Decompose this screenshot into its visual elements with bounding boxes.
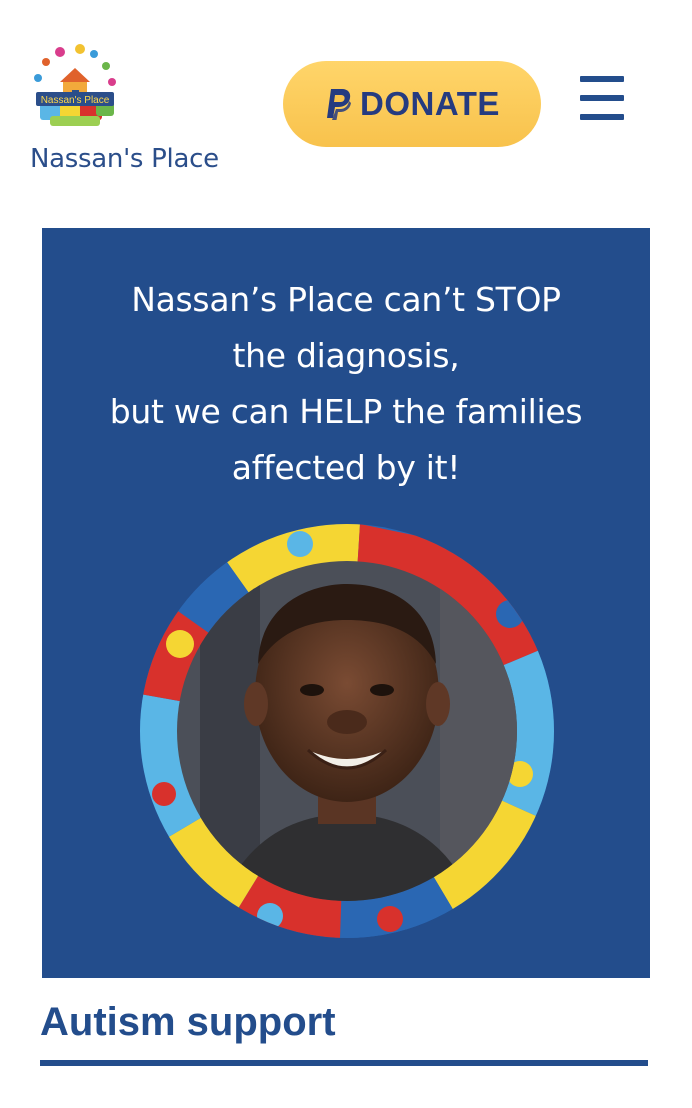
hero-tagline: Nassan’s Place can’t STOP the diagnosis,… bbox=[42, 272, 650, 496]
site-header: Nassan's Place Nassan's Place DONATE bbox=[0, 0, 692, 210]
hamburger-menu-icon[interactable] bbox=[578, 76, 626, 120]
hero-line: the diagnosis, bbox=[232, 336, 460, 375]
paypal-icon bbox=[327, 89, 352, 120]
logo[interactable]: Nassan's Place bbox=[30, 42, 120, 134]
logo-title[interactable]: Nassan's Place bbox=[30, 144, 219, 174]
menu-bar bbox=[580, 76, 624, 82]
portrait-frame bbox=[140, 524, 554, 938]
donate-button[interactable]: DONATE bbox=[283, 61, 541, 147]
donate-label: DONATE bbox=[360, 85, 500, 122]
hero-line: affected by it! bbox=[231, 448, 461, 487]
hero-line: Nassan’s Place can’t STOP bbox=[131, 280, 561, 319]
menu-bar bbox=[580, 95, 624, 101]
section-divider bbox=[40, 1060, 648, 1066]
portrait-image bbox=[140, 524, 554, 938]
hero-banner: Nassan’s Place can’t STOP the diagnosis,… bbox=[42, 228, 650, 978]
hero-line: but we can HELP the families bbox=[109, 392, 583, 431]
logo-icon: Nassan's Place bbox=[34, 44, 116, 126]
logo-badge-text: Nassan's Place bbox=[41, 95, 110, 106]
menu-bar bbox=[580, 114, 624, 120]
section-title: Autism support bbox=[40, 1000, 336, 1044]
